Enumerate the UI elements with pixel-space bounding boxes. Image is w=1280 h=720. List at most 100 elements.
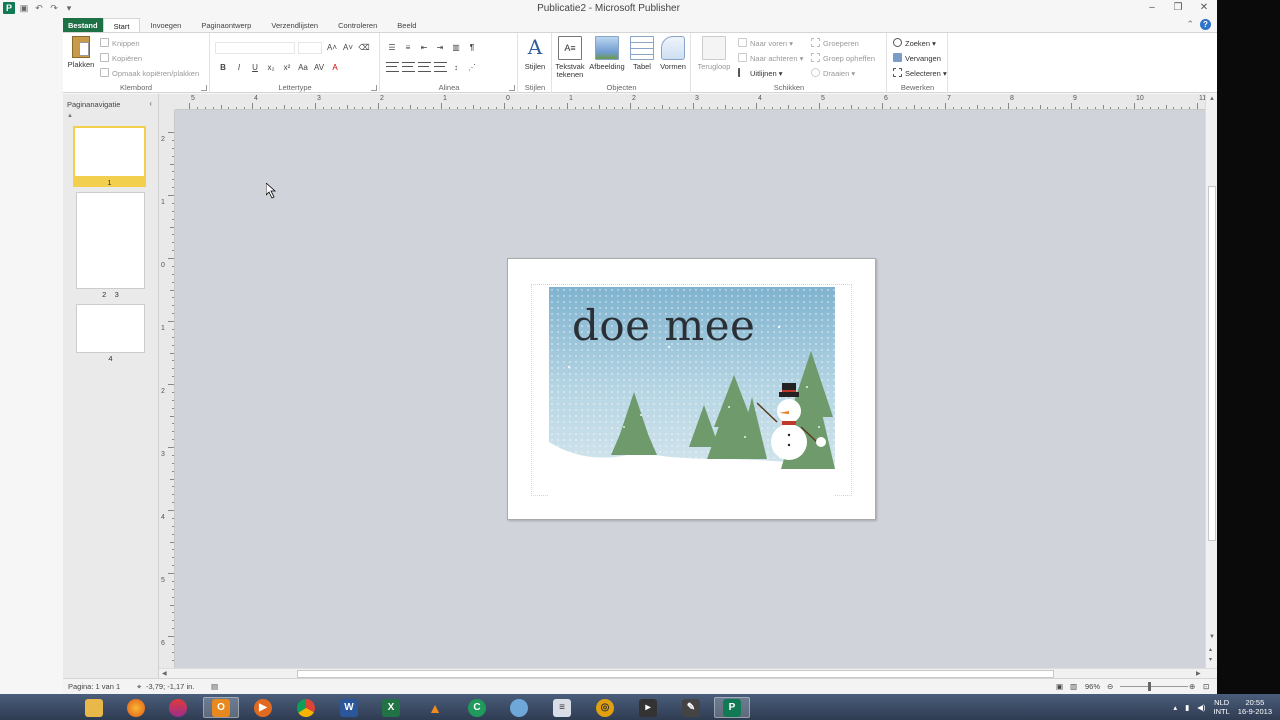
horizontal-ruler[interactable]: 5 4 3 2 1 0 1 2 3 4 5 6 7 8 9 10 11 — [175, 94, 1254, 110]
taskbar-media-player[interactable]: ▶ — [245, 697, 281, 718]
font-color-icon[interactable]: A — [329, 62, 341, 74]
rotate-button[interactable]: Draaien ▾ — [811, 68, 855, 80]
taskbar-tools[interactable]: ✎ — [673, 697, 709, 718]
increase-indent-icon[interactable]: ⇥ — [434, 42, 446, 54]
styles-button[interactable]: A Stijlen — [521, 36, 549, 71]
taskbar-chrome[interactable] — [288, 697, 324, 718]
zoom-out-icon[interactable]: ⊖ — [1107, 682, 1113, 691]
ungroup-button[interactable]: Groep opheffen — [811, 53, 875, 65]
send-backward-button[interactable]: Naar achteren ▾ — [738, 53, 803, 65]
tab-mailings[interactable]: Verzendlijsten — [261, 18, 328, 33]
paragraph-shading-icon[interactable]: ⋰ — [466, 62, 478, 74]
bring-forward-button[interactable]: Naar voren ▾ — [738, 38, 793, 50]
taskbar-compass[interactable]: ◎ — [587, 697, 623, 718]
scroll-up-icon[interactable]: ▲ — [67, 113, 73, 119]
maximize-button[interactable]: ❐ — [1165, 0, 1191, 17]
zoom-in-icon[interactable]: ⊕ — [1189, 682, 1195, 691]
scroll-left-arrow-icon[interactable]: ◀ — [162, 670, 167, 677]
line-spacing-icon[interactable]: ↕ — [450, 62, 462, 74]
taskbar-vlc[interactable]: ▲ — [417, 697, 453, 718]
select-button[interactable]: Selecteren ▾ — [893, 68, 947, 80]
scroll-up-arrow-icon[interactable]: ▲ — [1209, 96, 1215, 102]
align-button[interactable]: Uitlijnen ▾ — [738, 68, 783, 80]
italic-icon[interactable]: I — [233, 62, 245, 74]
underline-icon[interactable]: U — [249, 62, 261, 74]
scroll-right-arrow-icon[interactable]: ▶ — [1196, 670, 1201, 677]
columns-icon[interactable]: ▥ — [450, 42, 462, 54]
character-spacing-icon[interactable]: AV — [313, 62, 325, 74]
volume-icon[interactable]: ◀) — [1197, 703, 1205, 712]
clock[interactable]: 20:55 16-9-2013 — [1238, 698, 1272, 716]
taskbar-word[interactable]: W — [331, 697, 367, 718]
tab-start[interactable]: Start — [102, 18, 141, 33]
fit-page-icon[interactable]: ⊡ — [1203, 682, 1209, 691]
grow-font-icon[interactable]: A˄ — [326, 42, 338, 54]
tab-view[interactable]: Beeld — [387, 18, 426, 33]
draw-textbox-button[interactable]: A≡ Tekstvak tekenen — [553, 36, 587, 79]
zoom-slider[interactable] — [1120, 686, 1188, 687]
taskbar-publisher[interactable]: P — [714, 697, 750, 718]
bullets-icon[interactable]: ☰ — [386, 42, 398, 54]
strikethrough-icon[interactable]: x₂ — [265, 62, 277, 74]
tab-page-design[interactable]: Paginaontwerp — [191, 18, 261, 33]
taskbar-firefox-nightly[interactable] — [160, 697, 196, 718]
change-case-icon[interactable]: Aa — [297, 62, 309, 74]
clear-formatting-icon[interactable]: ⌫ — [358, 42, 370, 54]
next-page-icon[interactable]: ▾ — [1209, 656, 1212, 663]
copy-button[interactable]: Kopiëren — [100, 53, 142, 65]
horizontal-scroll-thumb[interactable] — [297, 670, 1054, 678]
scroll-down-arrow-icon[interactable]: ▼ — [1209, 634, 1215, 640]
find-button[interactable]: Zoeken ▾ — [893, 38, 936, 50]
collapse-pane-icon[interactable]: ‹ — [149, 99, 152, 108]
paragraph-launcher-icon[interactable] — [509, 85, 515, 91]
zoom-level[interactable]: 96% — [1085, 682, 1100, 691]
pilcrow-icon[interactable]: ¶ — [466, 42, 478, 54]
decrease-indent-icon[interactable]: ⇤ — [418, 42, 430, 54]
clipboard-launcher-icon[interactable] — [201, 85, 207, 91]
taskbar-terminal[interactable]: ▸ — [630, 697, 666, 718]
publication-page[interactable]: doe mee — [507, 258, 876, 520]
align-center-icon[interactable] — [402, 62, 415, 74]
page-thumbnail-1[interactable] — [73, 126, 146, 178]
help-icon[interactable]: ? — [1200, 19, 1211, 30]
network-icon[interactable]: ▮ — [1185, 703, 1189, 712]
taskbar-firefox[interactable] — [118, 697, 154, 718]
page-thumbnail-4[interactable] — [76, 304, 145, 353]
tray-expand-icon[interactable]: ▴ — [1173, 703, 1177, 712]
two-page-view-icon[interactable]: ▥ — [1070, 682, 1077, 691]
group-button[interactable]: Groeperen — [811, 38, 859, 50]
justify-icon[interactable] — [434, 62, 447, 74]
table-button[interactable]: Tabel — [627, 36, 657, 71]
taskbar-notes[interactable]: ≡ — [544, 697, 580, 718]
cut-button[interactable]: Knippen — [100, 38, 140, 50]
taskbar-explorer[interactable] — [76, 697, 112, 718]
bold-icon[interactable]: B — [217, 62, 229, 74]
vertical-scroll-thumb[interactable] — [1208, 186, 1216, 541]
zoom-slider-thumb[interactable] — [1148, 682, 1151, 691]
document-workspace[interactable]: doe mee — [175, 110, 1205, 668]
vertical-ruler[interactable]: 2 1 0 1 2 3 4 5 6 — [159, 110, 175, 693]
numbering-icon[interactable]: ≡ — [402, 42, 414, 54]
format-painter-button[interactable]: Opmaak kopiëren/plakken — [100, 68, 199, 80]
align-left-icon[interactable] — [386, 62, 399, 74]
tab-review[interactable]: Controleren — [328, 18, 387, 33]
paste-button[interactable]: Plakken — [65, 36, 97, 69]
page-indicator[interactable]: Pagina: 1 van 1 — [68, 682, 120, 691]
font-name-combo[interactable] — [215, 42, 295, 54]
shrink-font-icon[interactable]: A˅ — [342, 42, 354, 54]
align-right-icon[interactable] — [418, 62, 431, 74]
picture-button[interactable]: Afbeelding — [587, 36, 627, 71]
superscript-icon[interactable]: x² — [281, 62, 293, 74]
page-thumbnail-2-3[interactable] — [76, 192, 145, 289]
font-size-combo[interactable] — [298, 42, 322, 54]
replace-button[interactable]: Vervangen — [893, 53, 941, 65]
close-button[interactable]: ✕ — [1191, 0, 1217, 17]
font-launcher-icon[interactable] — [371, 85, 377, 91]
taskbar-outlook[interactable]: O — [203, 697, 239, 718]
previous-page-icon[interactable]: ▴ — [1209, 646, 1212, 653]
taskbar-excel[interactable]: X — [373, 697, 409, 718]
taskbar-green-app[interactable]: C — [459, 697, 495, 718]
ribbon-minimize-icon[interactable]: ⌃ — [1186, 19, 1194, 30]
start-button[interactable] — [0, 694, 30, 720]
card-title-text[interactable]: doe mee — [572, 301, 755, 350]
